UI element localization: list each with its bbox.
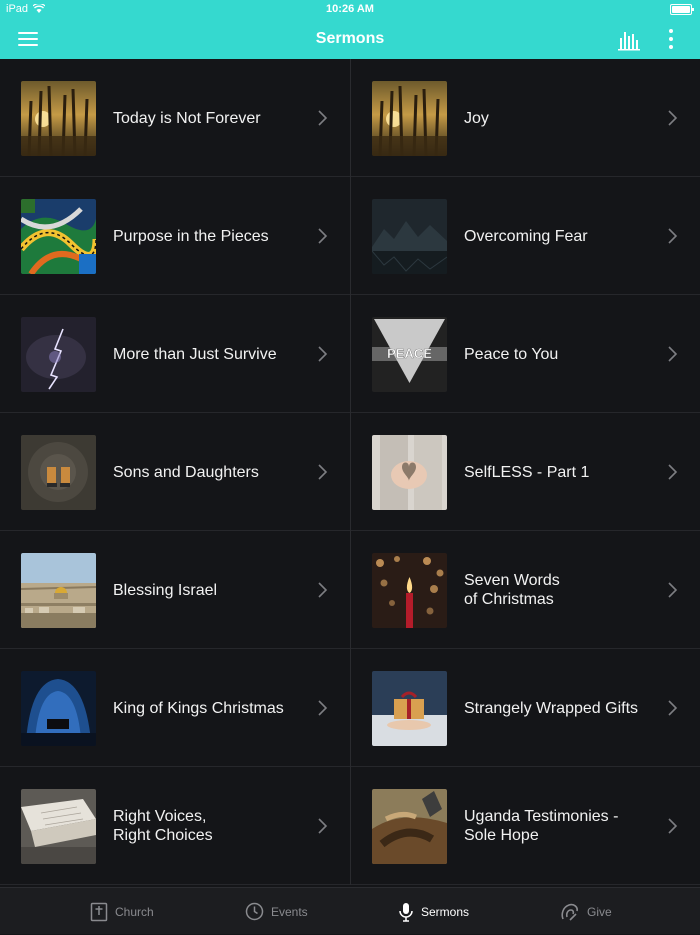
- sermon-item[interactable]: Strangely Wrapped Gifts: [350, 649, 700, 767]
- tab-give[interactable]: Give: [560, 888, 612, 935]
- sermon-row: More than Just Survive PEACE Peace to Yo…: [0, 295, 700, 413]
- status-bar: iPad 10:26 AM: [0, 0, 700, 20]
- chevron-right-icon: [318, 346, 328, 362]
- microphone-icon: [399, 902, 413, 922]
- tab-bar: Church Events Sermons Give: [0, 887, 700, 934]
- sermon-thumbnail: [372, 199, 447, 274]
- sermon-item[interactable]: Today is Not Forever: [0, 59, 350, 177]
- sermon-thumbnail: PEACE: [372, 317, 447, 392]
- sermon-thumbnail: [372, 435, 447, 510]
- navigation-bar: Sermons: [0, 20, 700, 59]
- chevron-right-icon: [668, 582, 678, 598]
- sermon-row: King of Kings Christmas Strangely Wrappe…: [0, 649, 700, 767]
- sermon-thumbnail: [21, 789, 96, 864]
- sermon-title: Blessing Israel: [113, 581, 218, 599]
- sermon-thumbnail: [21, 671, 96, 746]
- sermon-item[interactable]: Joy: [350, 59, 700, 177]
- sermon-item[interactable]: PEACE Peace to You: [350, 295, 700, 413]
- sermon-title: Peace to You: [464, 345, 559, 363]
- sermon-title: SelfLESS - Part 1: [464, 463, 590, 481]
- sermon-title: King of Kings Christmas: [113, 699, 284, 717]
- sermon-thumbnail: [21, 317, 96, 392]
- page-title: Sermons: [315, 30, 385, 47]
- sermon-title: Seven Words of Christmas: [464, 572, 560, 608]
- chevron-right-icon: [318, 818, 328, 834]
- chevron-right-icon: [668, 818, 678, 834]
- battery-icon: [670, 4, 694, 15]
- tab-label: Sermons: [421, 904, 470, 919]
- top-bar: iPad 10:26 AM Sermons: [0, 0, 700, 59]
- chevron-right-icon: [318, 464, 328, 480]
- chevron-right-icon: [318, 110, 328, 126]
- sermon-title: Sons and Daughters: [113, 463, 259, 481]
- give-hand-icon: [561, 903, 578, 921]
- sermon-thumbnail: [21, 553, 96, 628]
- chevron-right-icon: [318, 582, 328, 598]
- thumbnail-text: PEACE: [387, 346, 432, 361]
- sermon-thumbnail: [21, 81, 96, 156]
- audio-levels-icon[interactable]: [614, 28, 644, 52]
- sermon-title: Strangely Wrapped Gifts: [464, 699, 639, 717]
- sermon-grid: Today is Not Forever Joy Purpose in the …: [0, 59, 700, 887]
- sermon-item[interactable]: Uganda Testimonies - Sole Hope: [350, 767, 700, 885]
- sermon-item[interactable]: Blessing Israel: [0, 531, 350, 649]
- sermon-thumbnail: [372, 553, 447, 628]
- sermon-title: Joy: [464, 109, 489, 127]
- sermon-item[interactable]: Seven Words of Christmas: [350, 531, 700, 649]
- sermon-thumbnail: [372, 671, 447, 746]
- status-time: 10:26 AM: [326, 3, 374, 15]
- chevron-right-icon: [668, 228, 678, 244]
- tab-sermons[interactable]: Sermons: [398, 888, 469, 935]
- sermon-title: Purpose in the Pieces: [113, 227, 269, 245]
- tab-label: Events: [271, 904, 308, 919]
- tab-church[interactable]: Church: [90, 888, 154, 935]
- tab-label: Give: [587, 904, 612, 919]
- sermon-title: Overcoming Fear: [464, 227, 588, 245]
- sermon-row: Sons and Daughters SelfLESS - Part 1: [0, 413, 700, 531]
- sermon-title: More than Just Survive: [113, 345, 277, 363]
- sermon-row: Right Voices, Right Choices Uganda Testi…: [0, 767, 700, 885]
- chevron-right-icon: [318, 228, 328, 244]
- clock-icon: [245, 902, 264, 921]
- sermon-row: Purpose in the Pieces Overcoming Fear: [0, 177, 700, 295]
- sermon-item[interactable]: Sons and Daughters: [0, 413, 350, 531]
- sermon-title: Today is Not Forever: [113, 109, 261, 127]
- bible-icon: [90, 902, 108, 921]
- chevron-right-icon: [668, 700, 678, 716]
- sermon-title: Uganda Testimonies - Sole Hope: [464, 808, 619, 844]
- sermon-item[interactable]: SelfLESS - Part 1: [350, 413, 700, 531]
- tab-label: Church: [115, 904, 154, 919]
- more-options-button[interactable]: [660, 26, 682, 52]
- sermon-thumbnail: [372, 81, 447, 156]
- tab-events[interactable]: Events: [245, 888, 308, 935]
- sermon-item[interactable]: Purpose in the Pieces: [0, 177, 350, 295]
- sermon-item[interactable]: More than Just Survive: [0, 295, 350, 413]
- chevron-right-icon: [668, 110, 678, 126]
- sermon-thumbnail: [21, 199, 96, 274]
- chevron-right-icon: [318, 700, 328, 716]
- sermon-item[interactable]: King of Kings Christmas: [0, 649, 350, 767]
- sermon-row: Today is Not Forever Joy: [0, 59, 700, 177]
- sermon-thumbnail: [21, 435, 96, 510]
- sermon-item[interactable]: Overcoming Fear: [350, 177, 700, 295]
- sermon-title: Right Voices, Right Choices: [113, 808, 213, 844]
- chevron-right-icon: [668, 346, 678, 362]
- chevron-right-icon: [668, 464, 678, 480]
- sermon-thumbnail: [372, 789, 447, 864]
- sermon-item[interactable]: Right Voices, Right Choices: [0, 767, 350, 885]
- sermon-row: Blessing Israel Seven Words of Christmas: [0, 531, 700, 649]
